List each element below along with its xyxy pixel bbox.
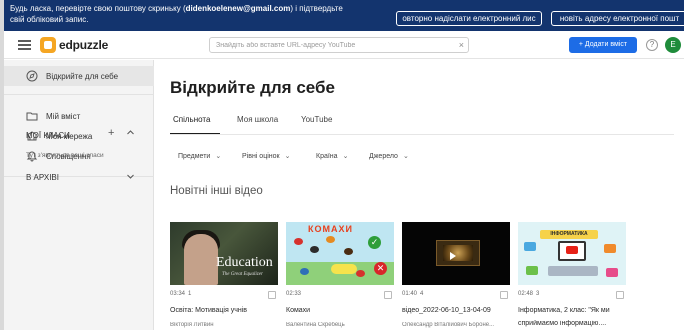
logo-text: edpuzzle (59, 38, 109, 52)
video-duration: 01:40 (402, 291, 418, 297)
video-thumbnail[interactable] (402, 222, 510, 285)
video-thumbnail[interactable]: Education The Great Equalizer (170, 222, 278, 285)
filter-label: Країна (316, 153, 338, 160)
thumbnail-caption: ІНФОРМАТИКА (540, 230, 598, 239)
add-content-button[interactable]: + Додати вміст (569, 37, 637, 53)
select-checkbox[interactable] (384, 291, 392, 299)
search-input[interactable] (216, 39, 446, 51)
video-meta: 01:40 4 (402, 291, 510, 301)
section-title: Новітні інші відео (170, 185, 263, 197)
chevron-up-icon[interactable] (126, 128, 135, 139)
classes-section-title: МОЇ КЛАСИ (26, 131, 70, 140)
banner-email: didenkoelenew@gmail.com (185, 4, 291, 13)
video-duration: 02:48 (518, 291, 534, 297)
thumbnail-caption: Education (216, 255, 273, 270)
filter-label: Рівні оцінок (242, 153, 280, 160)
page-title: Відкрийте для себе (170, 78, 335, 97)
chevron-down-icon: ⌄ (342, 153, 349, 160)
classes-empty-hint: Тут з'являться ваші класи (26, 152, 104, 159)
select-checkbox[interactable] (268, 291, 276, 299)
video-card[interactable]: ІНФОРМАТИКА 02:48 3 Інформатика, 2 клас:… (518, 222, 626, 330)
chevron-down-icon: ⌄ (215, 153, 222, 160)
archive-section[interactable]: В АРХІВІ (26, 173, 59, 182)
top-header: edpuzzle × + Додати вміст ? E (4, 31, 684, 59)
select-checkbox[interactable] (616, 291, 624, 299)
chevron-down-icon: ⌄ (284, 153, 291, 160)
search-box[interactable]: × (209, 37, 469, 53)
filter-label: Предмети (178, 153, 211, 160)
verification-message: Будь ласка, перевірте свою поштову скрин… (10, 3, 358, 25)
sidebar-item-label: Відкрийте для себе (46, 71, 119, 81)
cross-icon: ✕ (374, 262, 387, 275)
video-thumbnail[interactable]: ІНФОРМАТИКА (518, 222, 626, 285)
compass-icon (26, 70, 38, 82)
folder-icon (26, 110, 38, 122)
video-meta: 02:33 (286, 291, 394, 301)
check-icon: ✓ (368, 236, 381, 249)
banner-text-before: Будь ласка, перевірте свою поштову скрин… (10, 4, 186, 13)
edpuzzle-logo-icon (40, 37, 56, 53)
tab-youtube[interactable]: YouTube (301, 112, 332, 134)
app-frame: Будь ласка, перевірте свою поштову скрин… (0, 0, 684, 330)
tab-community[interactable]: Спільнота (173, 112, 210, 134)
edpuzzle-logo[interactable]: edpuzzle (40, 36, 108, 54)
video-author[interactable]: Олександр Віталійович Бороне... (402, 322, 510, 328)
sidebar-item-label: Мій вміст (46, 111, 81, 121)
add-class-icon[interactable]: + (108, 127, 114, 139)
filter-country[interactable]: Країна ⌄ (316, 152, 348, 160)
video-title-continued[interactable]: сприймаємо інформацію.... (518, 320, 626, 327)
video-usage-count: 4 (420, 291, 424, 297)
change-email-button[interactable]: новіть адресу електронної пошт (551, 11, 684, 26)
clear-search-icon[interactable]: × (459, 39, 464, 51)
menu-icon[interactable] (18, 40, 31, 50)
sidebar-divider (4, 94, 154, 95)
video-author[interactable]: Валентина Скребець (286, 322, 394, 328)
filter-grade-levels[interactable]: Рівні оцінок ⌄ (242, 152, 290, 160)
video-thumbnail[interactable]: КОМАХИ ✓ ✕ (286, 222, 394, 285)
youtube-icon (566, 246, 578, 254)
filter-label: Джерело (369, 153, 398, 160)
resend-email-button[interactable]: овторно надіслати електронний лис (396, 11, 542, 26)
video-duration: 02:33 (286, 291, 302, 297)
chevron-down-icon[interactable] (126, 172, 135, 183)
video-meta: 03:34 1 (170, 291, 278, 301)
video-card[interactable]: 01:40 4 відео_2022-06-10_13-04-09 Олекса… (402, 222, 510, 330)
user-avatar[interactable]: E (665, 37, 681, 53)
video-duration: 03:34 (170, 291, 186, 297)
select-checkbox[interactable] (500, 291, 508, 299)
tab-my-school[interactable]: Моя школа (237, 112, 278, 134)
thumbnail-subcaption: The Great Equalizer (222, 272, 263, 277)
thumbnail-caption: КОМАХИ (308, 224, 353, 234)
video-usage-count: 1 (188, 291, 192, 297)
video-title[interactable]: відео_2022-06-10_13-04-09 (402, 306, 510, 316)
sidebar: Відкрийте для себе Мій вміст Моя мережа … (4, 60, 154, 330)
video-title[interactable]: Освіта: Мотивація учнів (170, 306, 278, 316)
sidebar-item-my-content[interactable]: Мій вміст (4, 106, 154, 126)
video-title[interactable]: Комахи (286, 306, 394, 316)
verification-banner: Будь ласка, перевірте свою поштову скрин… (4, 0, 684, 31)
sidebar-item-discover[interactable]: Відкрийте для себе (4, 66, 154, 86)
chevron-down-icon: ⌄ (402, 153, 409, 160)
tabs-divider (170, 134, 674, 135)
filter-subjects[interactable]: Предмети ⌄ (178, 152, 221, 160)
video-author[interactable]: Вікторія Литвин (170, 322, 278, 328)
video-card[interactable]: Education The Great Equalizer 03:34 1 Ос… (170, 222, 278, 330)
video-meta: 02:48 3 (518, 291, 626, 301)
filter-source[interactable]: Джерело ⌄ (369, 152, 409, 160)
play-icon (450, 252, 456, 260)
video-card[interactable]: КОМАХИ ✓ ✕ 02:33 Комахи Валентина Скребе… (286, 222, 394, 330)
help-icon[interactable]: ? (646, 39, 658, 51)
video-title[interactable]: Інформатика, 2 клас: "Як ми (518, 306, 626, 316)
video-usage-count: 3 (536, 291, 540, 297)
